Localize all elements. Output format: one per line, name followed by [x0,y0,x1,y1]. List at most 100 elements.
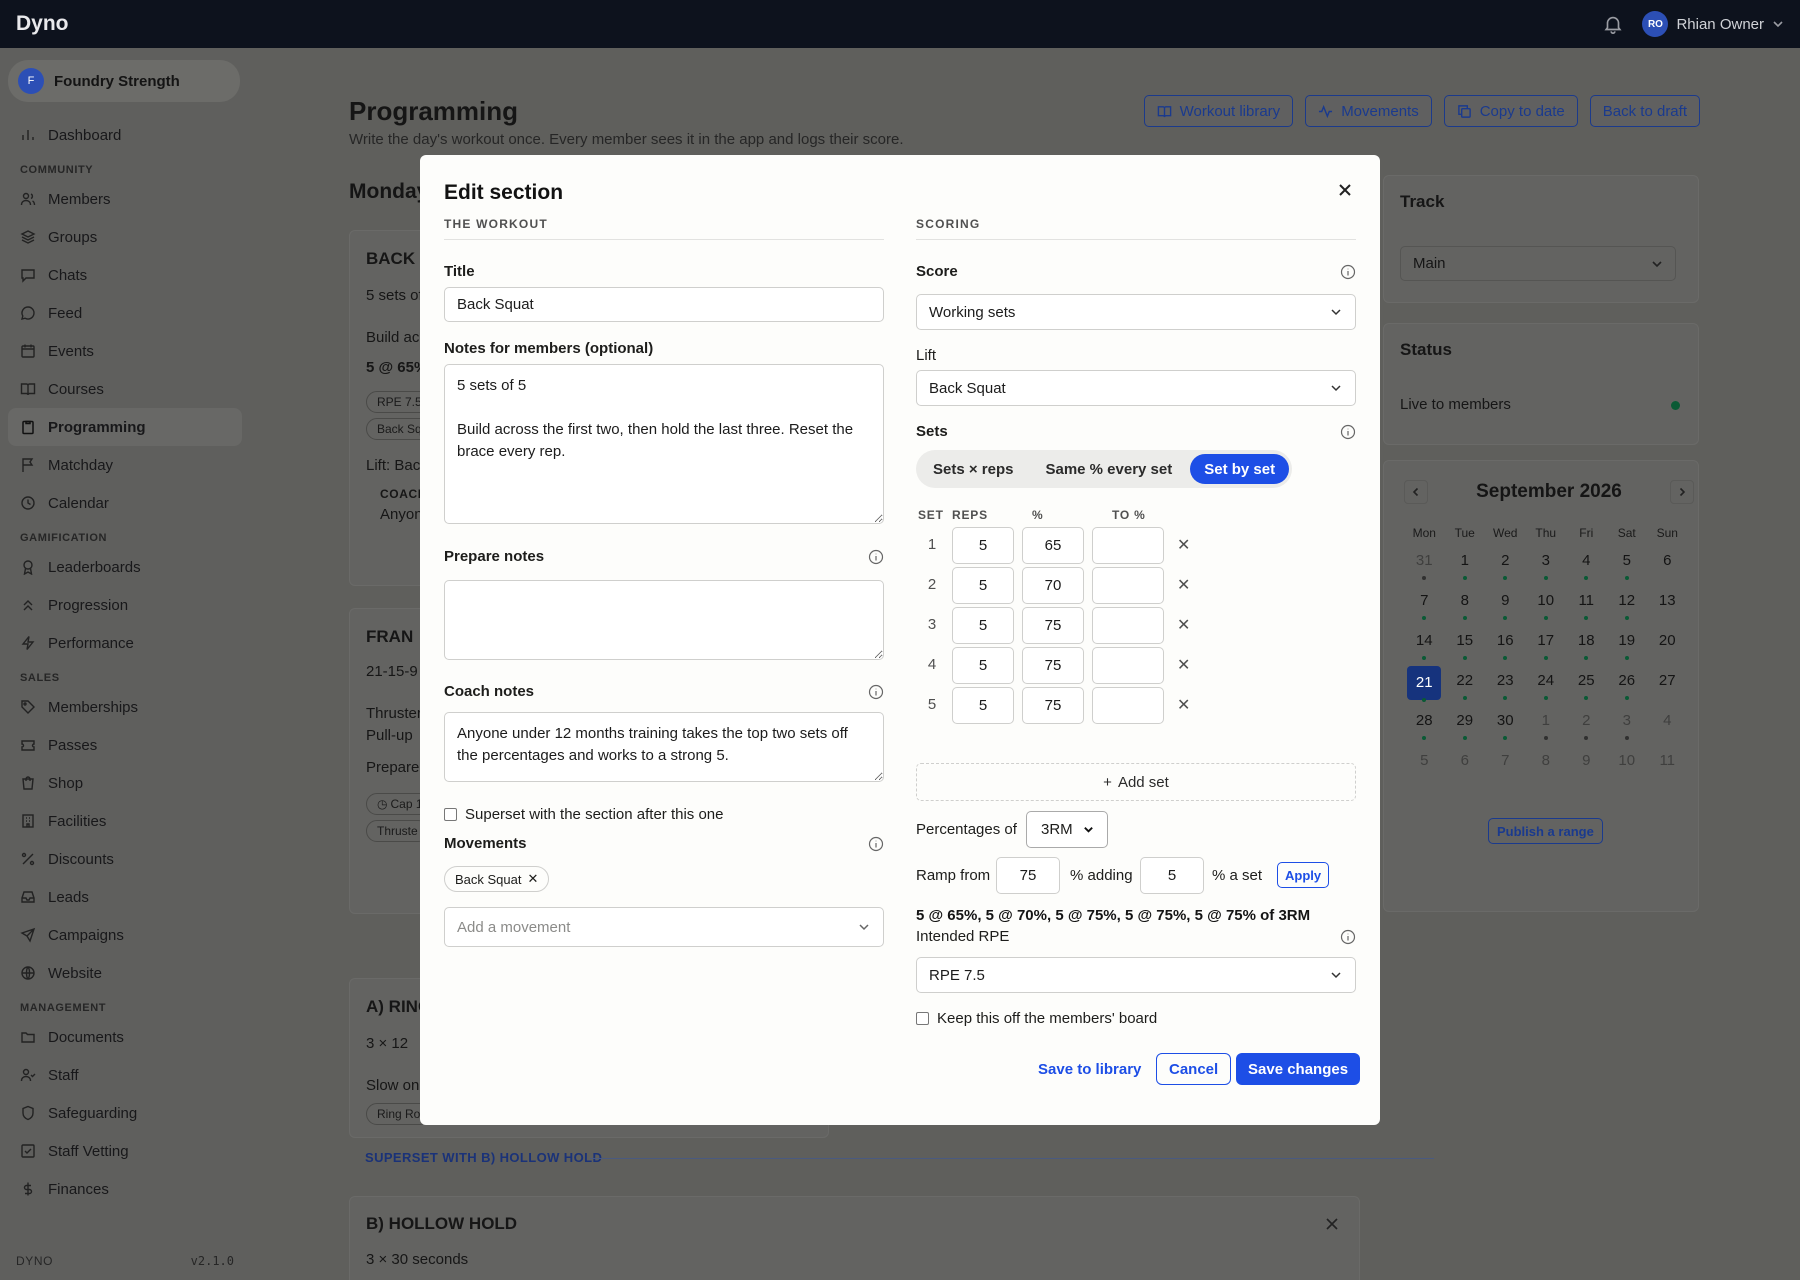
info-icon[interactable] [868,549,884,565]
calendar-day[interactable]: 28 [1404,708,1445,748]
prev-month-button[interactable] [1404,480,1428,504]
calendar-day[interactable]: 18 [1566,628,1607,668]
sidebar-item-leads[interactable]: Leads [8,878,242,916]
sidebar-item-leaderboards[interactable]: Leaderboards [8,548,242,586]
calendar-day[interactable]: 2 [1566,708,1607,748]
sets-mode-set-by-set[interactable]: Set by set [1190,454,1290,484]
calendar-day[interactable]: 25 [1566,668,1607,708]
calendar-day[interactable]: 14 [1404,628,1445,668]
org-switcher[interactable]: F Foundry Strength [8,60,240,102]
calendar-day[interactable]: 30 [1485,708,1526,748]
sidebar-item-documents[interactable]: Documents [8,1018,242,1056]
calendar-day[interactable]: 12 [1607,588,1648,628]
calendar-day[interactable]: 10 [1607,748,1648,788]
calendar-day[interactable]: 22 [1445,668,1486,708]
publish-range-button[interactable]: Publish a range [1488,818,1603,844]
sidebar-item-staff[interactable]: Staff [8,1056,242,1094]
calendar-day[interactable]: 8 [1445,588,1486,628]
calendar-day[interactable]: 9 [1566,748,1607,788]
to-percent-input[interactable] [1092,647,1164,684]
calendar-day[interactable]: 6 [1647,548,1688,588]
calendar-day[interactable]: 23 [1485,668,1526,708]
sidebar-item-calendar[interactable]: Calendar [8,484,242,522]
rpe-select[interactable]: RPE 7.5 [916,957,1356,993]
remove-set-icon[interactable]: ✕ [1177,655,1190,675]
remove-set-icon[interactable]: ✕ [1177,535,1190,555]
to-percent-input[interactable] [1092,687,1164,724]
track-select[interactable]: Main [1400,246,1676,281]
save-changes-button[interactable]: Save changes [1236,1053,1361,1085]
sidebar-item-shop[interactable]: Shop [8,764,242,802]
percent-input[interactable]: 70 [1022,567,1084,604]
bell-icon[interactable] [1602,13,1624,35]
lift-select[interactable]: Back Squat [916,370,1356,406]
percent-input[interactable]: 65 [1022,527,1084,564]
reps-input[interactable]: 5 [952,527,1014,564]
remove-chip-icon[interactable]: ✕ [528,871,539,887]
calendar-day[interactable]: 19 [1607,628,1648,668]
calendar-day[interactable]: 1 [1526,708,1567,748]
sidebar-item-safeguarding[interactable]: Safeguarding [8,1094,242,1132]
sidebar-item-memberships[interactable]: Memberships [8,688,242,726]
keep-off-board-checkbox[interactable]: Keep this off the members' board [916,1010,1157,1027]
checkbox-box[interactable] [444,808,457,821]
calendar-day[interactable]: 20 [1647,628,1688,668]
notes-textarea[interactable] [444,364,884,524]
sidebar-item-members[interactable]: Members [8,180,242,218]
sets-mode-same-percent[interactable]: Same % every set [1031,454,1186,484]
info-icon[interactable] [1340,424,1356,440]
to-percent-input[interactable] [1092,607,1164,644]
reps-input[interactable]: 5 [952,567,1014,604]
sidebar-item-campaigns[interactable]: Campaigns [8,916,242,954]
sidebar-item-matchday[interactable]: Matchday [8,446,242,484]
calendar-day[interactable]: 27 [1647,668,1688,708]
calendar-day[interactable]: 5 [1607,548,1648,588]
calendar-day[interactable]: 11 [1566,588,1607,628]
info-icon[interactable] [1340,264,1356,280]
checkbox-box[interactable] [916,1012,929,1025]
calendar-day[interactable]: 15 [1445,628,1486,668]
sidebar-item-dashboard[interactable]: Dashboard [8,116,242,154]
sidebar-item-groups[interactable]: Groups [8,218,242,256]
sets-mode-sets-reps[interactable]: Sets × reps [919,454,1027,484]
prepare-textarea[interactable] [444,580,884,660]
copy-to-date-button[interactable]: Copy to date [1443,95,1578,127]
calendar-day[interactable]: 4 [1566,548,1607,588]
section-card-hollow-hold[interactable]: B) HOLLOW HOLD 3 × 30 seconds [349,1196,1360,1280]
sidebar-item-courses[interactable]: Courses [8,370,242,408]
calendar-day[interactable]: 5 [1404,748,1445,788]
calendar-day[interactable]: 3 [1526,548,1567,588]
title-input[interactable]: Back Squat [444,287,884,322]
sidebar-item-feed[interactable]: Feed [8,294,242,332]
calendar-day[interactable]: 29 [1445,708,1486,748]
close-icon[interactable] [1334,179,1356,201]
sidebar-item-chats[interactable]: Chats [8,256,242,294]
add-movement-select[interactable]: Add a movement [444,907,884,947]
percent-input[interactable]: 75 [1022,647,1084,684]
calendar-day[interactable]: 10 [1526,588,1567,628]
calendar-day[interactable]: 16 [1485,628,1526,668]
sidebar-item-staff-vetting[interactable]: Staff Vetting [8,1132,242,1170]
sidebar-item-programming[interactable]: Programming [8,408,242,446]
remove-set-icon[interactable]: ✕ [1177,575,1190,595]
calendar-day[interactable]: 24 [1526,668,1567,708]
to-percent-input[interactable] [1092,567,1164,604]
sidebar-item-passes[interactable]: Passes [8,726,242,764]
calendar-day[interactable]: 3 [1607,708,1648,748]
user-menu[interactable]: RO Rhian Owner [1642,11,1784,37]
reps-input[interactable]: 5 [952,687,1014,724]
calendar-day[interactable]: 7 [1404,588,1445,628]
workout-library-button[interactable]: Workout library [1143,95,1294,127]
sidebar-item-website[interactable]: Website [8,954,242,992]
close-icon[interactable] [1325,1217,1339,1231]
score-select[interactable]: Working sets [916,294,1356,330]
calendar-day[interactable]: 26 [1607,668,1648,708]
sidebar-item-discounts[interactable]: Discounts [8,840,242,878]
sidebar-item-facilities[interactable]: Facilities [8,802,242,840]
calendar-day[interactable]: 2 [1485,548,1526,588]
sidebar-item-progression[interactable]: Progression [8,586,242,624]
calendar-day[interactable]: 31 [1404,548,1445,588]
remove-set-icon[interactable]: ✕ [1177,615,1190,635]
remove-set-icon[interactable]: ✕ [1177,695,1190,715]
calendar-day[interactable]: 7 [1485,748,1526,788]
